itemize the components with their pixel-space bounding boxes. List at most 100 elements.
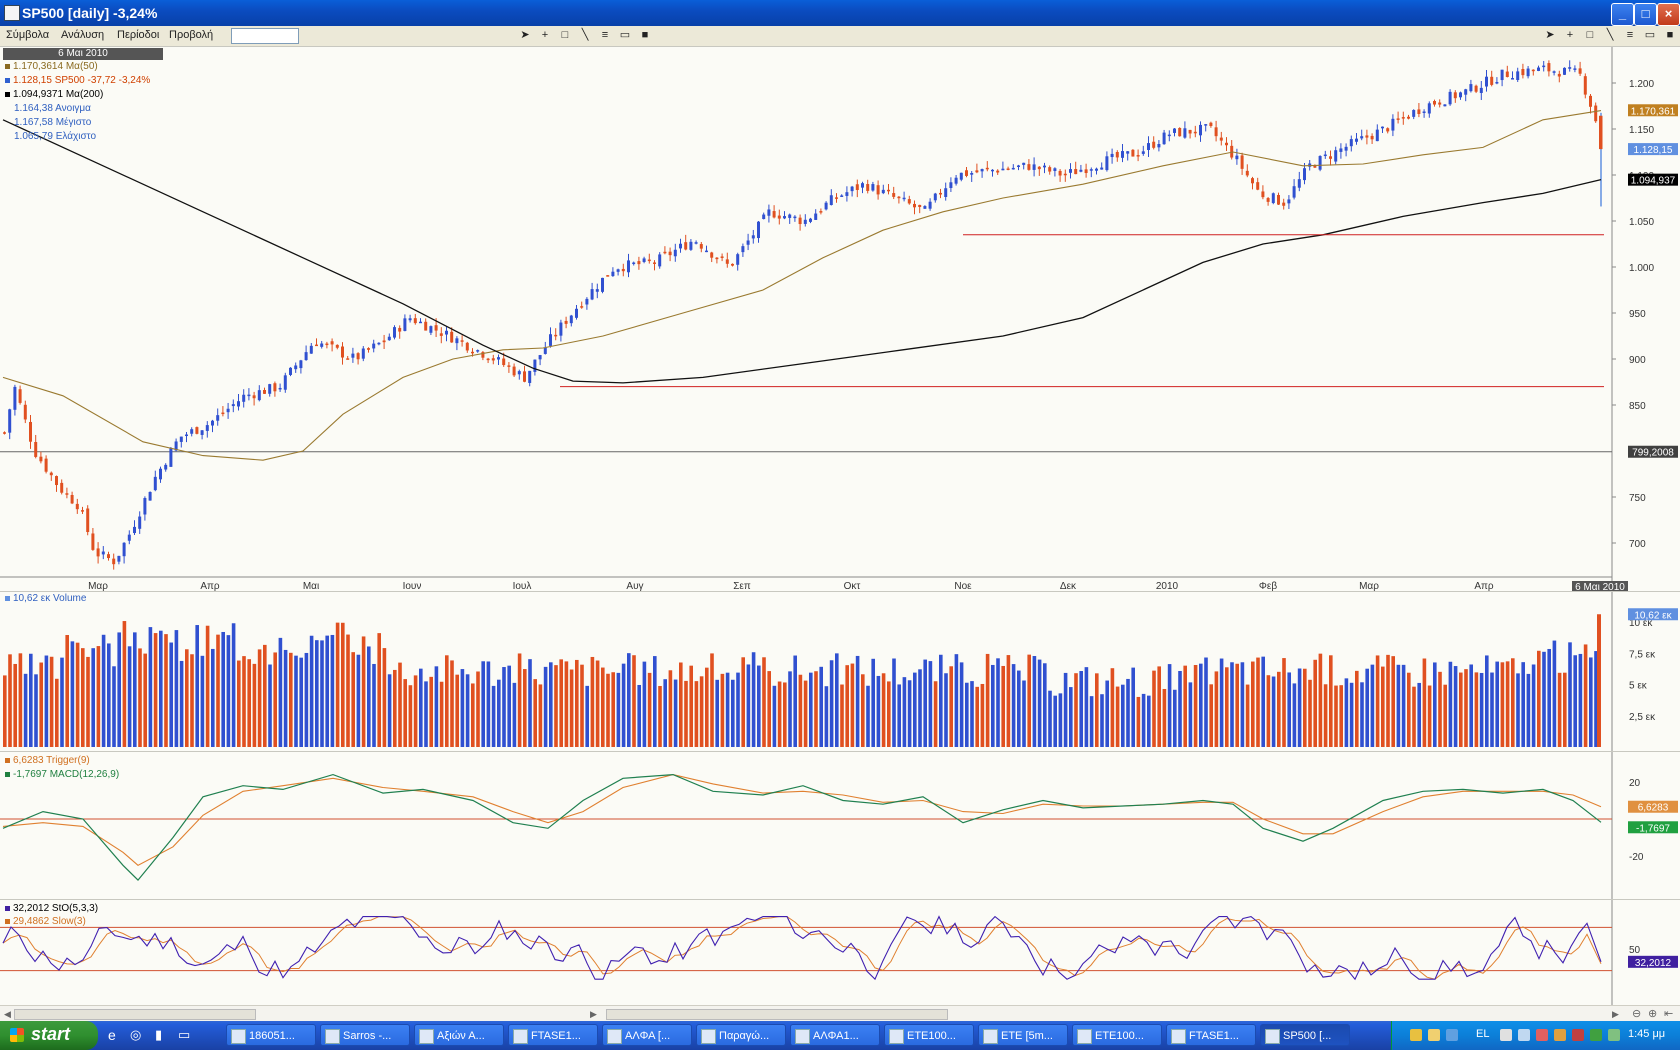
candle-body	[497, 357, 500, 360]
volume-bar	[1074, 673, 1078, 747]
volume-bar	[164, 634, 168, 747]
menu-symbols[interactable]: Σύμβολα	[6, 29, 49, 41]
candle-body	[1505, 71, 1509, 77]
chart-tool-icon[interactable]: ▭	[618, 29, 632, 42]
tray-icon-1[interactable]	[1410, 1029, 1422, 1041]
candle-body	[871, 184, 875, 191]
taskbar-button[interactable]: ΑΛΦΑ1...	[790, 1024, 880, 1046]
start-button[interactable]: start	[0, 1021, 98, 1050]
stochastic-panel[interactable]: 50 32,2012 32,2012 StO(5,3,3) 29,4862 Slow…	[0, 899, 1680, 1006]
scroll-left-icon[interactable]: ◀	[4, 1009, 11, 1020]
tray-icon-6[interactable]	[1536, 1029, 1548, 1041]
menu-view[interactable]: Προβολή	[169, 29, 213, 41]
close-button[interactable]: ×	[1657, 3, 1680, 26]
candle-body	[185, 434, 188, 437]
taskbar-button[interactable]: Sarros -...	[320, 1024, 410, 1046]
clock: 1:45 μμ	[1628, 1028, 1666, 1040]
price-chart[interactable]: 1.2001.1501.1001.0501.000950900850750700…	[0, 47, 1680, 592]
taskbar-button-label: ETE [5m...	[1001, 1030, 1053, 1042]
taskbar-button[interactable]: Παραγώ...	[696, 1024, 786, 1046]
volume-bar	[1355, 670, 1359, 747]
tray-icon-8[interactable]	[1572, 1029, 1584, 1041]
volume-bar	[772, 685, 777, 747]
taskbar-button[interactable]: 186051...	[226, 1024, 316, 1046]
stochastic-legend-entry: 32,2012 StO(5,3,3)	[5, 903, 98, 914]
stochastic-legend-entry: 29,4862 Slow(3)	[5, 916, 86, 927]
candle-body	[980, 169, 984, 172]
candle-body	[325, 343, 329, 346]
volume-panel[interactable]: 10 εκ 7,5 εκ 5 εκ 2,5 εκ 10,62 εκ 10,62 εκ V…	[0, 591, 1680, 752]
scroll-thumb[interactable]	[606, 1009, 948, 1020]
candle-body	[1563, 67, 1566, 75]
taskbar-button[interactable]: ETE100...	[1072, 1024, 1162, 1046]
fit-icon[interactable]: ⇤	[1664, 1007, 1673, 1020]
volume-bar	[179, 660, 184, 747]
candle-body	[315, 344, 318, 347]
scroll-mid-icon[interactable]: ▶	[590, 1009, 597, 1020]
taskbar-button[interactable]: ETE [5m...	[978, 1024, 1068, 1046]
crosshair-tool-icon-right[interactable]: +	[1563, 29, 1577, 42]
candle-body	[1245, 170, 1249, 176]
symbol-input[interactable]	[231, 28, 299, 44]
candle-body	[637, 261, 641, 265]
tray-icon-4[interactable]	[1500, 1029, 1512, 1041]
pointer-tool-icon[interactable]: ➤	[518, 29, 532, 42]
rectangle-tool-icon-right[interactable]: □	[1583, 29, 1597, 42]
scroll-thumb-left[interactable]	[14, 1009, 256, 1020]
candle-body	[528, 370, 532, 383]
macd-chart[interactable]: 20 -20 6,6283 -1,7697	[0, 752, 1680, 900]
minimize-button[interactable]: _	[1611, 3, 1634, 26]
maximize-button[interactable]: □	[1634, 3, 1657, 26]
save-icon-right[interactable]: ■	[1663, 29, 1677, 42]
volume-bar	[195, 625, 199, 747]
volume-bar	[996, 658, 1000, 747]
candle-body	[1147, 143, 1150, 151]
taskbar-button[interactable]: SP500 [...	[1260, 1024, 1350, 1046]
menu-analysis[interactable]: Ανάλυση	[61, 29, 104, 41]
taskbar-button[interactable]: ETE100...	[884, 1024, 974, 1046]
candle-body	[855, 184, 859, 190]
lines-tool-icon[interactable]: ≡	[598, 29, 612, 42]
candle-body	[954, 177, 958, 184]
volume-bar	[471, 683, 475, 747]
desktop-icon[interactable]: ▭	[178, 1027, 190, 1043]
tray-icon-9[interactable]	[1590, 1029, 1602, 1041]
horizontal-scrollbar[interactable]: ◀ ▶ ▶ ⊖ ⊕ ⇤	[0, 1005, 1680, 1022]
taskbar-button[interactable]: Αξιών Α...	[414, 1024, 504, 1046]
tray-icon-7[interactable]	[1554, 1029, 1566, 1041]
zoom-out-icon[interactable]: ⊖	[1632, 1007, 1641, 1020]
stochastic-chart[interactable]: 50 32,2012	[0, 900, 1680, 1006]
taskbar-button[interactable]: FTASE1...	[1166, 1024, 1256, 1046]
tray-icon-3[interactable]	[1446, 1029, 1458, 1041]
rectangle-tool-icon[interactable]: □	[558, 29, 572, 42]
volume-bar	[1214, 671, 1219, 747]
menu-periods[interactable]: Περίοδοι	[117, 29, 159, 41]
explorer-icon[interactable]: ◎	[130, 1027, 141, 1043]
zoom-in-icon[interactable]: ⊕	[1648, 1007, 1657, 1020]
volume-chart[interactable]: 10 εκ7,5 εκ5 εκ2,5 εκ10,62 εκ	[0, 592, 1680, 752]
language-indicator[interactable]: EL	[1476, 1028, 1489, 1040]
volume-bar	[1323, 684, 1328, 747]
ie-icon[interactable]: e	[108, 1027, 116, 1043]
save-icon[interactable]: ■	[638, 29, 652, 42]
line-tool-icon[interactable]: ╲	[578, 29, 592, 42]
crosshair-tool-icon[interactable]: +	[538, 29, 552, 42]
chart-tool-icon-right[interactable]: ▭	[1643, 29, 1657, 42]
taskbar-button[interactable]: ΑΛΦΑ [...	[602, 1024, 692, 1046]
lines-tool-icon-right[interactable]: ≡	[1623, 29, 1637, 42]
volume-bar	[1365, 668, 1369, 747]
candle-body	[29, 421, 32, 442]
scroll-right-icon[interactable]: ▶	[1612, 1009, 1619, 1020]
volume-bar	[289, 652, 293, 747]
candle-body	[798, 217, 802, 225]
tray-icon-10[interactable]	[1608, 1029, 1620, 1041]
media-icon[interactable]: ▮	[155, 1027, 162, 1043]
taskbar-button[interactable]: FTASE1...	[508, 1024, 598, 1046]
tray-icon-2[interactable]	[1428, 1029, 1440, 1041]
macd-panel[interactable]: 20 -20 6,6283 -1,7697 6,6283 Trigger(9) -1,7…	[0, 751, 1680, 900]
price-panel[interactable]: 1.2001.1501.1001.0501.000950900850750700…	[0, 46, 1680, 592]
line-tool-icon-right[interactable]: ╲	[1603, 29, 1617, 42]
pointer-tool-icon-right[interactable]: ➤	[1543, 29, 1557, 42]
tray-icon-5[interactable]	[1518, 1029, 1530, 1041]
volume-bar	[1147, 695, 1151, 747]
